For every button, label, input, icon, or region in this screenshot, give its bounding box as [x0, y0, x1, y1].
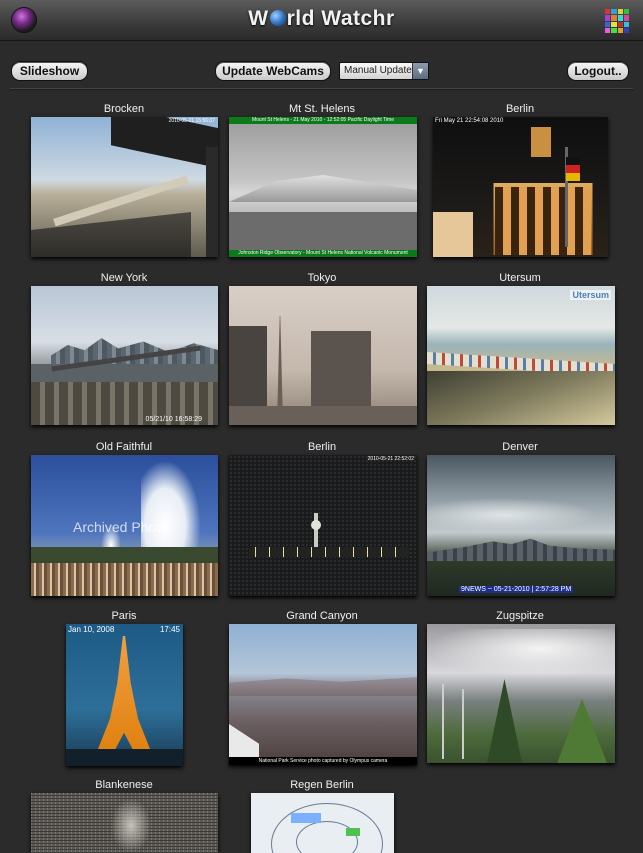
grid-swatch — [623, 21, 629, 27]
color-grid-menu-icon[interactable] — [605, 9, 629, 33]
webcam-label: Brocken — [103, 103, 145, 115]
slideshow-button[interactable]: Slideshow — [11, 61, 88, 81]
app-title-rest: rld Watchr — [286, 7, 395, 30]
title-bar: Wrld Watchr — [0, 0, 643, 41]
webcam-thumbnail[interactable]: 9NEWS ~ 05-21-2010 | 2:57:28 PM — [427, 455, 615, 596]
webcam-thumbnail[interactable] — [427, 624, 615, 763]
webcam-label: Berlin — [505, 103, 535, 115]
webcam-thumbnail[interactable]: National Park Service photo captured by … — [229, 624, 417, 765]
grid-swatch — [611, 15, 617, 21]
webcam-label: Zugspitze — [496, 610, 544, 622]
webcam-thumbnail[interactable]: Mount St Helens - 21 May 2010 - 12:52:05… — [229, 117, 417, 257]
toolbar-divider — [10, 88, 633, 90]
webcam-time: 17:45 — [159, 625, 180, 634]
webcam-label: Berlin — [307, 441, 337, 453]
grid-swatch — [617, 27, 623, 33]
webcam-thumbnail[interactable]: 05/21/10 16:58:29 — [31, 286, 218, 425]
archived-photo-watermark: Archived Photo — [73, 519, 168, 535]
webcam-label: Paris — [111, 610, 137, 622]
update-webcams-button[interactable]: Update WebCams — [215, 61, 331, 81]
grid-swatch — [623, 15, 629, 21]
webcam-label: Grand Canyon — [286, 610, 358, 622]
update-mode-select[interactable]: Manual Update ▼ — [339, 62, 429, 80]
grid-swatch — [611, 9, 617, 15]
webcam-label: Blankenese — [95, 779, 153, 791]
grid-swatch — [605, 15, 611, 21]
grid-swatch — [605, 21, 611, 27]
webcam-thumbnail[interactable]: 2010-05-21 22:52:02 — [229, 455, 417, 596]
webcam-overlay-top: Mount St Helens - 21 May 2010 - 12:52:05… — [229, 117, 417, 124]
app-title: Wrld Watchr — [0, 7, 643, 31]
webcam-thumbnail[interactable] — [229, 286, 417, 425]
grid-swatch — [617, 15, 623, 21]
grid-swatch — [617, 9, 623, 15]
webcam-label: Denver — [502, 441, 538, 453]
webcam-thumbnail[interactable]: Utersum — [427, 286, 615, 425]
webcam-thumbnail[interactable]: Archived Photo — [31, 455, 218, 596]
webcam-overlay-bottom: Johnston Ridge Observatory - Mount St He… — [229, 250, 417, 257]
grid-swatch — [611, 27, 617, 33]
webcam-thumbnail[interactable] — [31, 793, 218, 853]
chevron-down-icon: ▼ — [412, 63, 428, 79]
webcam-thumbnail[interactable]: 2010-05-21 15:56:07 — [31, 117, 218, 257]
webcam-thumbnail[interactable]: Fri May 21 22:54:08 2010 — [433, 117, 608, 257]
webcam-timestamp: 9NEWS ~ 05-21-2010 | 2:57:28 PM — [459, 586, 574, 593]
webcam-timestamp: 2010-05-21 15:56:07 — [168, 118, 215, 124]
webcam-label: Tokyo — [307, 272, 337, 284]
webcam-label: Old Faithful — [95, 441, 153, 453]
grid-swatch — [617, 21, 623, 27]
logout-button[interactable]: Logout.. — [567, 61, 629, 81]
app-title-first-letter: W — [248, 7, 269, 30]
webcam-date: Jan 10, 2008 — [68, 625, 115, 634]
grid-swatch — [605, 27, 611, 33]
globe-icon — [269, 10, 286, 26]
webcam-timestamp: 2010-05-21 22:52:02 — [367, 456, 414, 462]
webcam-timestamp: 05/21/10 16:58:29 — [145, 416, 202, 423]
webcam-label: New York — [100, 272, 148, 284]
grid-swatch — [623, 27, 629, 33]
webcam-label: Mt St. Helens — [288, 103, 356, 115]
webcam-thumbnail[interactable] — [251, 793, 394, 853]
webcam-timestamp: Fri May 21 22:54:08 2010 — [435, 118, 504, 124]
webcam-caption: National Park Service photo captured by … — [229, 757, 417, 765]
grid-swatch — [623, 9, 629, 15]
grid-swatch — [611, 21, 617, 27]
update-mode-value: Manual Update — [344, 65, 412, 76]
grid-swatch — [605, 9, 611, 15]
webcam-thumbnail[interactable]: Jan 10, 2008 17:45 — [66, 624, 183, 766]
webcam-label: Regen Berlin — [290, 779, 354, 791]
webcam-label: Utersum — [499, 272, 541, 284]
